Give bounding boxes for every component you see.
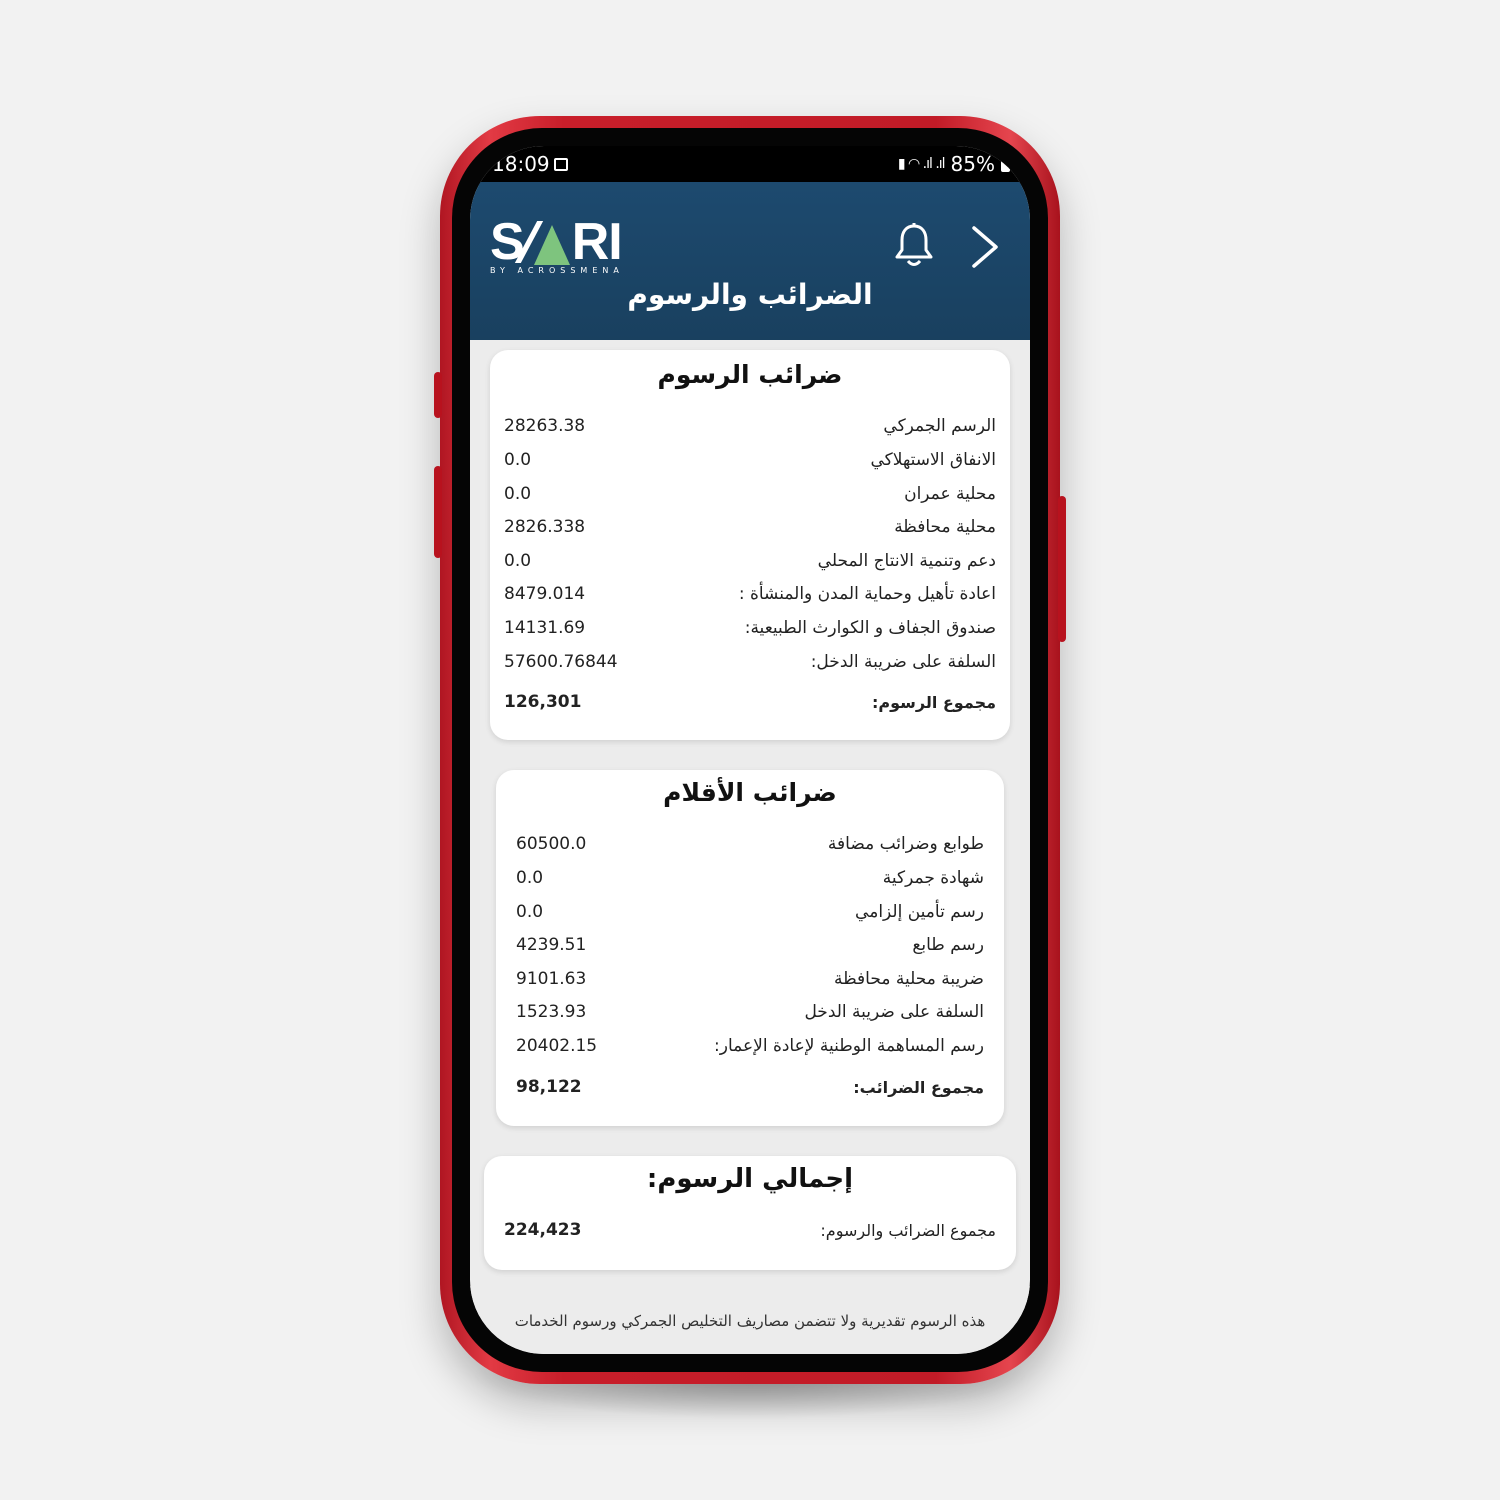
item-value: 20402.15	[516, 1036, 598, 1056]
item-label: رسم تأمين إلزامي	[855, 902, 984, 922]
fee-row: 28263.38 الرسم الجمركي	[504, 412, 996, 440]
fee-label: اعادة تأهيل وحماية المدن والمنشأة :	[738, 584, 996, 604]
fees-total-row: 126,301 مجموع الرسوم:	[504, 688, 996, 716]
fee-label: الرسم الجمركي	[883, 416, 996, 436]
item-label: طوابع وضرائب مضافة	[827, 834, 984, 854]
image-notification-icon	[554, 158, 568, 171]
item-value: 4239.51	[516, 935, 587, 955]
phone-power-button	[1058, 496, 1066, 642]
fee-row: 0.0 محلية عمران	[504, 480, 996, 508]
fee-value: 8479.014	[504, 584, 586, 604]
status-time: 18:09	[492, 152, 550, 176]
phone-volume-down-button	[434, 466, 442, 558]
battery-percent: 85%	[950, 152, 995, 176]
page-title: الضرائب والرسوم	[627, 278, 873, 311]
fee-value: 0.0	[504, 450, 532, 470]
item-row: 9101.63 ضريبة محلية محافظة	[516, 965, 984, 993]
item-label: شهادة جمركية	[882, 868, 984, 888]
item-row: 1523.93 السلفة على ضريبة الدخل	[516, 998, 984, 1026]
battery-icon	[1001, 156, 1010, 172]
fee-label: الانفاق الاستهلاكي	[870, 450, 996, 470]
fee-value: 28263.38	[504, 416, 586, 436]
fees-card: ضرائب الرسوم 28263.38 الرسم الجمركي 0.0 …	[490, 350, 1010, 740]
item-row: 20402.15 رسم المساهمة الوطنية لإعادة الإ…	[516, 1032, 984, 1060]
phone-volume-up-button	[434, 372, 442, 418]
grand-total-title: إجمالي الرسوم:	[646, 1164, 854, 1194]
chevron-right-icon[interactable]	[966, 224, 1006, 270]
bell-icon[interactable]	[892, 222, 936, 270]
fee-label: السلفة على ضريبة الدخل:	[810, 652, 996, 672]
fees-total-label: مجموع الرسوم:	[871, 692, 996, 712]
item-row: 0.0 شهادة جمركية	[516, 864, 984, 892]
fee-row: 8479.014 اعادة تأهيل وحماية المدن والمنش…	[504, 580, 996, 608]
grand-total-value: 224,423	[504, 1220, 582, 1240]
fee-value: 0.0	[504, 484, 532, 504]
fee-label: دعم وتنمية الانتاج المحلي	[817, 551, 996, 571]
wifi-signal-icon: ▮ ◠ .ıl .ıl	[897, 156, 946, 172]
item-row: 4239.51 رسم طابع	[516, 931, 984, 959]
fee-value: 57600.76844	[504, 652, 618, 672]
fee-label: محلية عمران	[904, 484, 996, 504]
fee-value: 14131.69	[504, 618, 586, 638]
items-total-label: مجموع الضرائب:	[853, 1077, 984, 1097]
item-row: 0.0 رسم تأمين إلزامي	[516, 898, 984, 926]
fee-row: 2826.338 محلية محافظة	[504, 513, 996, 541]
status-indicators: ▮ ◠ .ıl .ıl 85%	[898, 152, 1010, 176]
item-value: 60500.0	[516, 834, 587, 854]
fee-value: 0.0	[504, 551, 532, 571]
phone-screen: 18:09 ▮ ◠ .ıl .ıl 85% S RI BY ACROSSMENA …	[470, 146, 1030, 1354]
grand-total-row: 224,423 مجموع الضرائب والرسوم:	[504, 1216, 996, 1244]
fee-row: 14131.69 صندوق الجفاف و الكوارث الطبيعية…	[504, 614, 996, 642]
item-value: 0.0	[516, 868, 544, 888]
item-value: 9101.63	[516, 969, 587, 989]
item-label: رسم طابع	[912, 935, 984, 955]
items-total-row: 98,122 مجموع الضرائب:	[516, 1073, 984, 1101]
item-value: 0.0	[516, 902, 544, 922]
item-label: السلفة على ضريبة الدخل	[804, 1002, 984, 1022]
sari-logo: S RI BY ACROSSMENA	[490, 216, 630, 276]
fee-value: 2826.338	[504, 517, 586, 537]
fee-row: 57600.76844 السلفة على ضريبة الدخل:	[504, 648, 996, 676]
item-row: 60500.0 طوابع وضرائب مضافة	[516, 830, 984, 858]
grand-total-label: مجموع الضرائب والرسوم:	[820, 1220, 996, 1240]
fee-label: صندوق الجفاف و الكوارث الطبيعية:	[744, 618, 996, 638]
fee-row: 0.0 دعم وتنمية الانتاج المحلي	[504, 547, 996, 575]
items-total-value: 98,122	[516, 1077, 582, 1097]
status-bar: 18:09 ▮ ◠ .ıl .ıl 85%	[470, 146, 1030, 186]
app-header: S RI BY ACROSSMENA الضرائب والرسوم	[470, 182, 1030, 340]
item-label: ضريبة محلية محافظة	[834, 969, 984, 989]
logo-subtext: BY ACROSSMENA	[490, 266, 624, 275]
item-value: 1523.93	[516, 1002, 587, 1022]
fees-card-title: ضرائب الرسوم	[657, 360, 843, 389]
items-card-title: ضرائب الأقلام	[663, 778, 837, 807]
grand-total-card: إجمالي الرسوم: 224,423 مجموع الضرائب وال…	[484, 1156, 1016, 1270]
fees-total-value: 126,301	[504, 692, 582, 712]
fee-row: 0.0 الانفاق الاستهلاكي	[504, 446, 996, 474]
items-card: ضرائب الأقلام 60500.0 طوابع وضرائب مضافة…	[496, 770, 1004, 1126]
item-label: رسم المساهمة الوطنية لإعادة الإعمار:	[714, 1036, 984, 1056]
fee-label: محلية محافظة	[894, 517, 996, 537]
disclaimer-text: هذه الرسوم تقديرية ولا تتضمن مصاريف التخ…	[514, 1312, 986, 1330]
